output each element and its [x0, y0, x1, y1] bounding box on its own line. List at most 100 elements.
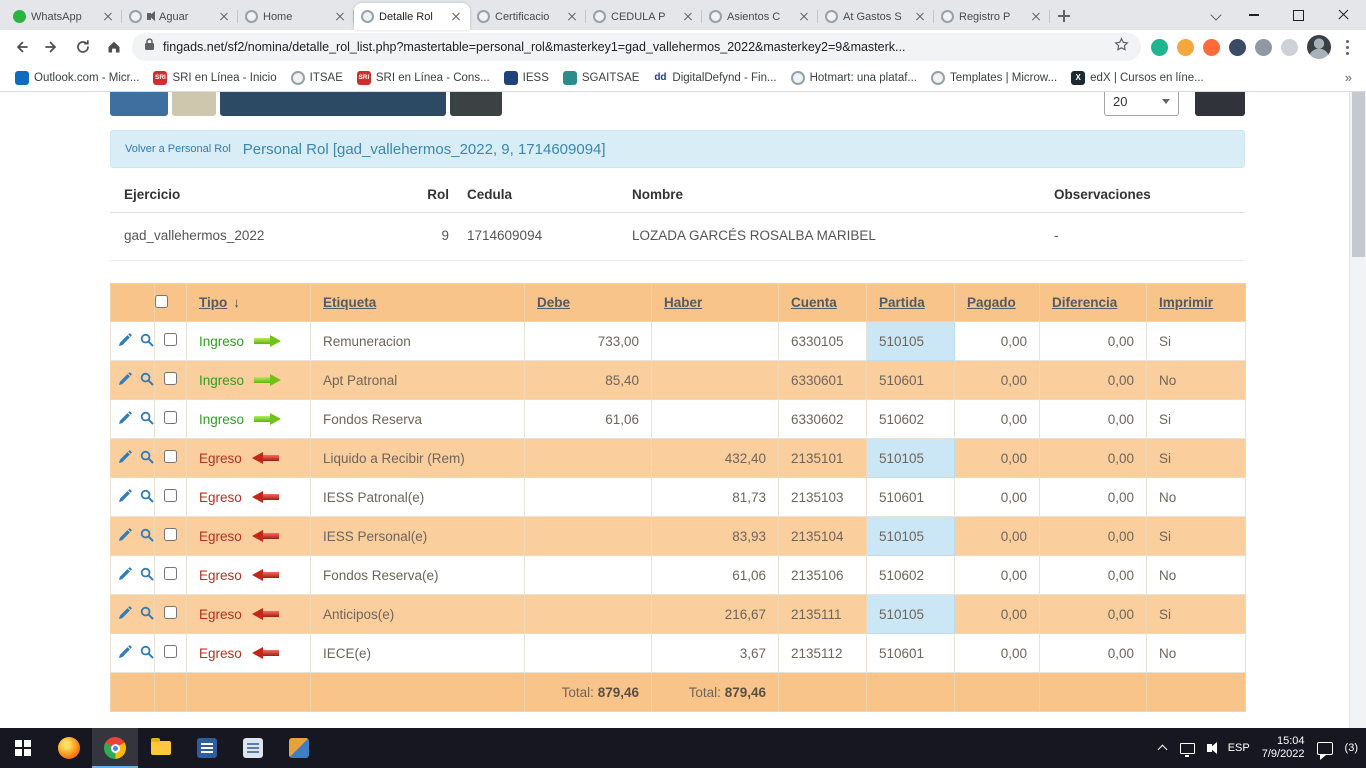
view-magnifier-icon[interactable]: [140, 606, 154, 623]
tab-close-icon[interactable]: [797, 10, 811, 24]
language-indicator[interactable]: ESP: [1228, 742, 1250, 754]
row-checkbox[interactable]: [164, 333, 177, 346]
browser-tab[interactable]: Certificacio: [470, 3, 586, 30]
tab-close-icon[interactable]: [217, 10, 231, 24]
browser-tab[interactable]: WhatsApp: [6, 3, 122, 30]
bookmark-item[interactable]: Outlook.com - Micr...: [8, 69, 146, 87]
window-close-button[interactable]: [1321, 0, 1366, 30]
edit-pencil-icon[interactable]: [118, 489, 132, 506]
tab-close-icon[interactable]: [333, 10, 347, 24]
app-icon-2[interactable]: [230, 728, 276, 768]
tab-close-icon[interactable]: [681, 10, 695, 24]
secure-lock-icon[interactable]: [144, 38, 155, 56]
page-size-select[interactable]: 20: [1104, 92, 1179, 116]
view-magnifier-icon[interactable]: [140, 333, 154, 350]
browser-tab[interactable]: At Gastos S: [818, 3, 934, 30]
file-explorer-icon[interactable]: [138, 728, 184, 768]
edit-pencil-icon[interactable]: [118, 528, 132, 545]
edit-pencil-icon[interactable]: [118, 333, 132, 350]
new-tab-button[interactable]: [1050, 3, 1078, 30]
back-icon[interactable]: [8, 35, 33, 60]
row-checkbox[interactable]: [164, 528, 177, 541]
back-to-personal-rol-link[interactable]: Volver a Personal Rol: [125, 143, 231, 155]
row-checkbox[interactable]: [164, 567, 177, 580]
row-checkbox[interactable]: [164, 372, 177, 385]
row-checkbox[interactable]: [164, 606, 177, 619]
forward-icon[interactable]: [39, 35, 64, 60]
browser-menu-icon[interactable]: [1340, 36, 1354, 58]
bookmark-item[interactable]: dd DigitalDefynd - Fin...: [646, 69, 783, 87]
row-checkbox[interactable]: [164, 645, 177, 658]
browser-tab[interactable]: Home: [238, 3, 354, 30]
view-magnifier-icon[interactable]: [140, 489, 154, 506]
browser-tab[interactable]: Detalle Rol: [354, 3, 470, 30]
view-magnifier-icon[interactable]: [140, 645, 154, 662]
tab-close-icon[interactable]: [565, 10, 579, 24]
taskbar-clock[interactable]: 15:04 7/9/2022: [1262, 735, 1305, 761]
bookmark-item[interactable]: Hotmart: una plataf...: [784, 69, 924, 87]
url-text[interactable]: fingads.net/sf2/nomina/detalle_rol_list.…: [163, 40, 1106, 54]
edit-pencil-icon[interactable]: [118, 450, 132, 467]
display-tray-icon[interactable]: [1180, 743, 1195, 754]
browser-tab[interactable]: Aguar: [122, 3, 238, 30]
profile-avatar[interactable]: [1307, 35, 1331, 59]
row-checkbox[interactable]: [164, 411, 177, 424]
refresh-icon[interactable]: [70, 35, 95, 60]
toolbar-button-dark[interactable]: [450, 92, 502, 116]
tray-expand-icon[interactable]: [1158, 743, 1168, 753]
view-magnifier-icon[interactable]: [140, 450, 154, 467]
edit-pencil-icon[interactable]: [118, 411, 132, 428]
tab-close-icon[interactable]: [913, 10, 927, 24]
bookmark-star-icon[interactable]: [1114, 37, 1129, 57]
bookmark-item[interactable]: X edX | Cursos en líne...: [1064, 69, 1211, 87]
home-icon[interactable]: [101, 35, 126, 60]
volume-tray-icon[interactable]: [1207, 744, 1212, 752]
toolbar-button-navy[interactable]: [220, 92, 446, 116]
view-magnifier-icon[interactable]: [140, 372, 154, 389]
extension-icon-navy[interactable]: [1229, 39, 1246, 56]
action-center-icon[interactable]: [1317, 742, 1333, 755]
tab-close-icon[interactable]: [1029, 10, 1043, 24]
view-magnifier-icon[interactable]: [140, 411, 154, 428]
extension-icon-light[interactable]: [1281, 39, 1298, 56]
edit-pencil-icon[interactable]: [118, 645, 132, 662]
scrollbar-thumb[interactable]: [1352, 92, 1365, 257]
view-magnifier-icon[interactable]: [140, 528, 154, 545]
start-button[interactable]: [0, 728, 46, 768]
bookmark-item[interactable]: Templates | Microw...: [924, 69, 1064, 87]
browser-tab[interactable]: CEDULA P: [586, 3, 702, 30]
bookmark-item[interactable]: IESS: [497, 69, 556, 87]
edit-pencil-icon[interactable]: [118, 372, 132, 389]
firefox-icon[interactable]: [46, 728, 92, 768]
extension-icon-orange[interactable]: [1177, 39, 1194, 56]
toolbar-button-tan[interactable]: [172, 92, 216, 116]
toolbar-button-right[interactable]: [1195, 92, 1245, 116]
app-icon-1[interactable]: [184, 728, 230, 768]
bookmark-item[interactable]: SRI SRI en Línea - Inicio: [146, 69, 283, 87]
row-checkbox[interactable]: [164, 489, 177, 502]
view-magnifier-icon[interactable]: [140, 567, 154, 584]
chrome-icon[interactable]: [92, 728, 138, 768]
row-checkbox[interactable]: [164, 450, 177, 463]
bookmarks-overflow-chevron[interactable]: »: [1345, 70, 1358, 85]
tab-search-chevron-icon[interactable]: [1201, 0, 1231, 30]
toolbar-button-blue[interactable]: [110, 92, 168, 116]
select-all-checkbox[interactable]: [155, 295, 168, 308]
avast-extension-icon[interactable]: [1203, 39, 1220, 56]
window-maximize-button[interactable]: [1276, 0, 1321, 30]
window-minimize-button[interactable]: [1231, 0, 1276, 30]
bookmark-item[interactable]: SGAITSAE: [556, 69, 647, 87]
grammarly-extension-icon[interactable]: [1151, 39, 1168, 56]
app-icon-3[interactable]: [276, 728, 322, 768]
vertical-scrollbar[interactable]: [1349, 92, 1366, 728]
bookmark-item[interactable]: ITSAE: [284, 69, 350, 87]
edit-pencil-icon[interactable]: [118, 567, 132, 584]
edit-pencil-icon[interactable]: [118, 606, 132, 623]
url-omnibox[interactable]: fingads.net/sf2/nomina/detalle_rol_list.…: [132, 33, 1141, 61]
tab-close-icon[interactable]: [449, 10, 463, 24]
bookmark-item[interactable]: SRI SRI en Línea - Cons...: [350, 69, 497, 87]
browser-tab[interactable]: Asientos C: [702, 3, 818, 30]
extension-icon-gray[interactable]: [1255, 39, 1272, 56]
tab-close-icon[interactable]: [101, 10, 115, 24]
browser-tab[interactable]: Registro P: [934, 3, 1050, 30]
